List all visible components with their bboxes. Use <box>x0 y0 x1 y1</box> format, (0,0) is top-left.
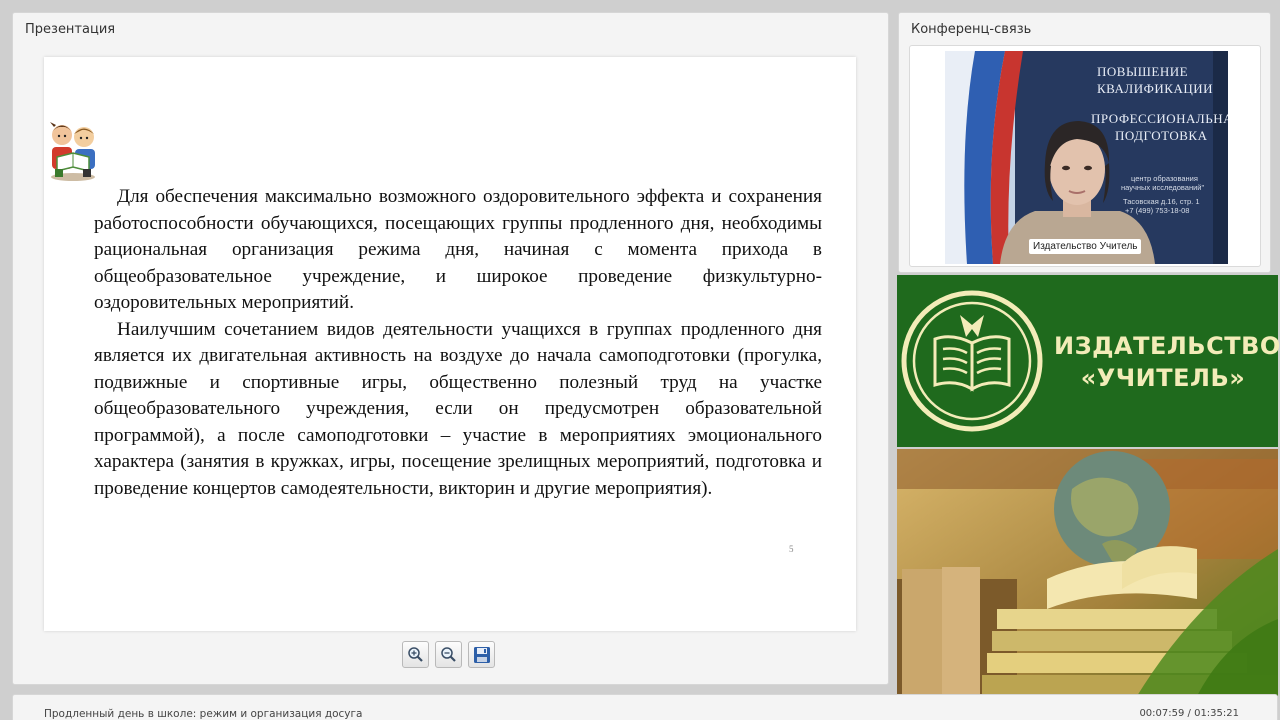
children-reading-icon <box>50 122 95 181</box>
speaker-name-label: Издательство Учитель <box>1029 239 1142 254</box>
presentation-title: Презентация <box>25 22 116 37</box>
books-globe-image <box>897 449 1278 696</box>
save-icon <box>473 646 490 663</box>
publisher-line-2: «УЧИТЕЛЬ» <box>1080 364 1246 392</box>
presentation-slide: Для обеспечения максимально возможного о… <box>44 57 856 631</box>
slide-paragraph-1: Для обеспечения максимально возможного о… <box>94 186 822 313</box>
save-button[interactable] <box>468 641 495 668</box>
banner-line-3: ПРОФЕССИОНАЛЬНАЯ <box>1091 111 1228 126</box>
conference-title: Конференц-связь <box>911 22 1032 37</box>
slide-text: Для обеспечения максимально возможного о… <box>94 184 822 502</box>
slide-paragraph-2: Наилучшим сочетанием видов деятельности … <box>94 318 822 499</box>
zoom-in-icon <box>408 647 423 662</box>
books-globe-illustration <box>897 449 1278 696</box>
publisher-line-1: ИЗДАТЕЛЬСТВО <box>1054 332 1280 360</box>
banner-small-2: научных исследований" <box>1121 183 1205 192</box>
banner-line-2: КВАЛИФИКАЦИИ <box>1097 81 1213 96</box>
zoom-in-button[interactable] <box>402 641 429 668</box>
banner-small-4: +7 (499) 753-18-08 <box>1125 206 1190 215</box>
zoom-out-icon <box>441 647 456 662</box>
course-title: Продленный день в школе: режим и организ… <box>44 708 363 720</box>
zoom-out-button[interactable] <box>435 641 462 668</box>
banner-small-1: центр образования <box>1131 174 1198 183</box>
video-frame: ПОВЫШЕНИЕ КВАЛИФИКАЦИИ ПРОФЕССИОНАЛЬНАЯ … <box>909 45 1261 267</box>
presentation-panel: Презентация Для обеспечения максимально … <box>12 12 889 685</box>
publisher-logo-panel: ИЗДАТЕЛЬСТВО «УЧИТЕЛЬ» <box>897 275 1280 447</box>
playback-time: 00:07:59 / 01:35:21 <box>1139 708 1239 719</box>
footer-bar: Продленный день в школе: режим и организ… <box>12 694 1278 720</box>
banner-line-1: ПОВЫШЕНИЕ <box>1097 64 1189 79</box>
banner-small-3: Тасовская д.16, стр. 1 <box>1123 197 1200 206</box>
conference-panel: Конференц-связь ПОВЫШЕНИЕ КВАЛИФИКАЦИИ П… <box>898 12 1271 273</box>
presentation-toolbar <box>402 641 495 671</box>
publisher-name: ИЗДАТЕЛЬСТВО «УЧИТЕЛЬ» <box>1054 330 1280 394</box>
publisher-emblem-icon <box>901 290 1043 432</box>
slide-page-number: 5 <box>789 544 794 554</box>
speaker-video[interactable]: ПОВЫШЕНИЕ КВАЛИФИКАЦИИ ПРОФЕССИОНАЛЬНАЯ … <box>945 51 1228 264</box>
banner-line-4: ПОДГОТОВКА <box>1115 128 1208 143</box>
